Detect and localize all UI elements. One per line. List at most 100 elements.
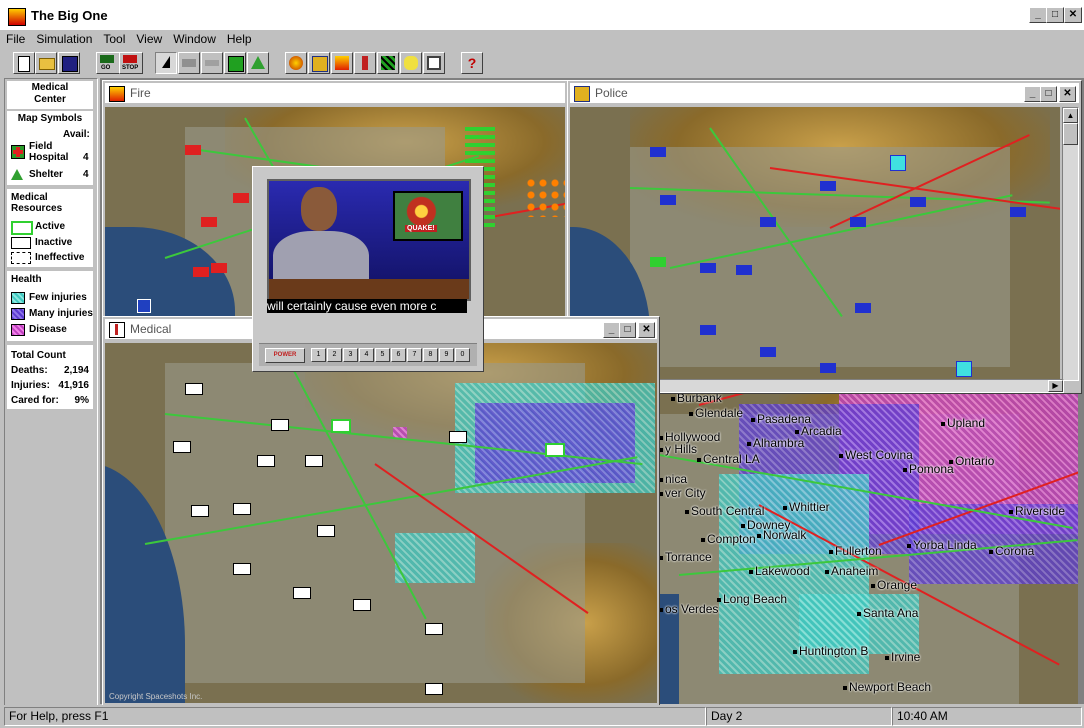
medical-close-button[interactable]: ✕ <box>638 322 655 338</box>
police-car[interactable] <box>650 257 666 267</box>
police-horizontal-scrollbar[interactable]: ▶ <box>658 379 1064 393</box>
scroll-right-icon[interactable]: ▶ <box>1048 380 1063 392</box>
police-car[interactable] <box>820 363 836 373</box>
ambulance-inactive[interactable] <box>233 563 251 575</box>
fire-window-caption[interactable]: Fire <box>105 83 565 103</box>
help-button[interactable]: ? <box>461 52 483 74</box>
police-vertical-scrollbar[interactable]: ▲ <box>1062 107 1079 381</box>
ambulance-inactive[interactable] <box>305 455 323 467</box>
police-car[interactable] <box>700 325 716 335</box>
police-maximize-button[interactable]: □ <box>1040 86 1057 102</box>
new-file-button[interactable] <box>13 52 35 74</box>
police-alert-marker[interactable] <box>956 361 972 377</box>
ambulance-inactive[interactable] <box>271 419 289 431</box>
police-car[interactable] <box>855 303 871 313</box>
channel-button-7[interactable]: 7 <box>407 348 422 362</box>
power-button[interactable]: POWER <box>265 348 305 363</box>
police-car[interactable] <box>650 147 666 157</box>
menu-file[interactable]: File <box>0 30 30 46</box>
fire-truck[interactable] <box>211 263 227 273</box>
police-car[interactable] <box>850 217 866 227</box>
channel-button-0[interactable]: 0 <box>455 348 470 362</box>
police-car[interactable] <box>700 263 716 273</box>
ambulance-inactive[interactable] <box>173 441 191 453</box>
scroll-thumb[interactable] <box>1063 123 1078 145</box>
pointer-marker-icon[interactable] <box>137 299 151 313</box>
medical-minimize-button[interactable]: _ <box>603 322 620 338</box>
seismic-window-button[interactable] <box>285 52 307 74</box>
move-unit-tool-button[interactable] <box>201 52 223 74</box>
close-button[interactable]: ✕ <box>1064 7 1082 23</box>
save-button[interactable] <box>58 52 80 74</box>
stop-button[interactable]: STOP <box>119 52 143 74</box>
fire-truck[interactable] <box>193 267 209 277</box>
menu-window[interactable]: Window <box>167 30 221 46</box>
field-hospital-tool-button[interactable] <box>224 52 246 74</box>
channel-button-4[interactable]: 4 <box>359 348 374 362</box>
minimize-button[interactable]: _ <box>1029 7 1047 23</box>
fire-truck[interactable] <box>233 193 249 203</box>
news-tv-window[interactable]: QUAKE! will certainly cause even more c … <box>252 166 484 372</box>
medical-maximize-button[interactable]: □ <box>619 322 636 338</box>
ambulance-inactive[interactable] <box>233 503 251 515</box>
utilities-window-button[interactable] <box>400 52 422 74</box>
police-car[interactable] <box>760 347 776 357</box>
ambulance-active[interactable] <box>331 419 351 433</box>
news-window-button[interactable] <box>423 52 445 74</box>
ambulance-inactive[interactable] <box>425 623 443 635</box>
police-alert-marker[interactable] <box>890 155 906 171</box>
go-button[interactable]: GO <box>96 52 120 74</box>
menu-help[interactable]: Help <box>221 30 257 46</box>
police-car[interactable] <box>820 181 836 191</box>
police-car[interactable] <box>910 197 926 207</box>
scroll-up-icon[interactable]: ▲ <box>1063 108 1078 123</box>
fire-truck[interactable] <box>185 145 201 155</box>
channel-button-2[interactable]: 2 <box>327 348 342 362</box>
police-car[interactable] <box>1010 207 1026 217</box>
map-label: West Covina <box>839 448 913 462</box>
cared-for-percent: 9% <box>74 395 89 406</box>
ambulance-active[interactable] <box>545 443 565 457</box>
menu-tool[interactable]: Tool <box>97 30 130 46</box>
police-car[interactable] <box>760 217 776 227</box>
medical-map[interactable]: Copyright Spaceshots Inc. <box>105 343 657 703</box>
police-close-button[interactable]: ✕ <box>1059 86 1076 102</box>
channel-button-3[interactable]: 3 <box>343 348 358 362</box>
ambulance-inactive[interactable] <box>425 683 443 695</box>
channel-button-8[interactable]: 8 <box>423 348 438 362</box>
fire-truck[interactable] <box>201 217 217 227</box>
go-icon <box>100 55 114 63</box>
ambulance-inactive[interactable] <box>449 431 467 443</box>
police-car[interactable] <box>736 265 752 275</box>
police-minimize-button[interactable]: _ <box>1024 86 1041 102</box>
roads-window-button[interactable] <box>377 52 399 74</box>
fire-window-button[interactable] <box>331 52 353 74</box>
menu-simulation[interactable]: Simulation <box>30 30 97 46</box>
police-window-button[interactable] <box>308 52 330 74</box>
menu-view[interactable]: View <box>130 30 167 46</box>
ambulance-inactive[interactable] <box>185 383 203 395</box>
ambulance-inactive[interactable] <box>191 505 209 517</box>
channel-button-6[interactable]: 6 <box>391 348 406 362</box>
ambulance-inactive[interactable] <box>257 455 275 467</box>
shelter-symbol[interactable]: Shelter 4 <box>7 167 93 183</box>
pointer-tool-button[interactable] <box>155 52 177 74</box>
channel-button-9[interactable]: 9 <box>439 348 454 362</box>
channel-button-5[interactable]: 5 <box>375 348 390 362</box>
copyright-text: Copyright Spaceshots Inc. <box>109 692 203 701</box>
police-car[interactable] <box>660 195 676 205</box>
field-hospital-symbol[interactable]: Field Hospital 4 <box>7 141 93 165</box>
medical-window[interactable]: Medical _ □ ✕ Copyright Spaceshots Inc. <box>102 316 660 706</box>
maximize-button[interactable]: □ <box>1046 7 1064 23</box>
ambulance-inactive[interactable] <box>353 599 371 611</box>
ambulance-inactive[interactable] <box>317 525 335 537</box>
medical-window-button[interactable] <box>354 52 376 74</box>
regional-map[interactable]: Burbank Glendale Pasadena Arcadia Hollyw… <box>659 394 1078 704</box>
open-file-button[interactable] <box>35 52 57 74</box>
ambulance-inactive[interactable] <box>293 587 311 599</box>
bulldozer-tool-button[interactable] <box>178 52 200 74</box>
map-label: Orange <box>871 578 917 592</box>
shelter-tool-button[interactable] <box>247 52 269 74</box>
police-window-caption[interactable]: Police _ □ ✕ <box>570 83 1079 103</box>
channel-button-1[interactable]: 1 <box>311 348 326 362</box>
